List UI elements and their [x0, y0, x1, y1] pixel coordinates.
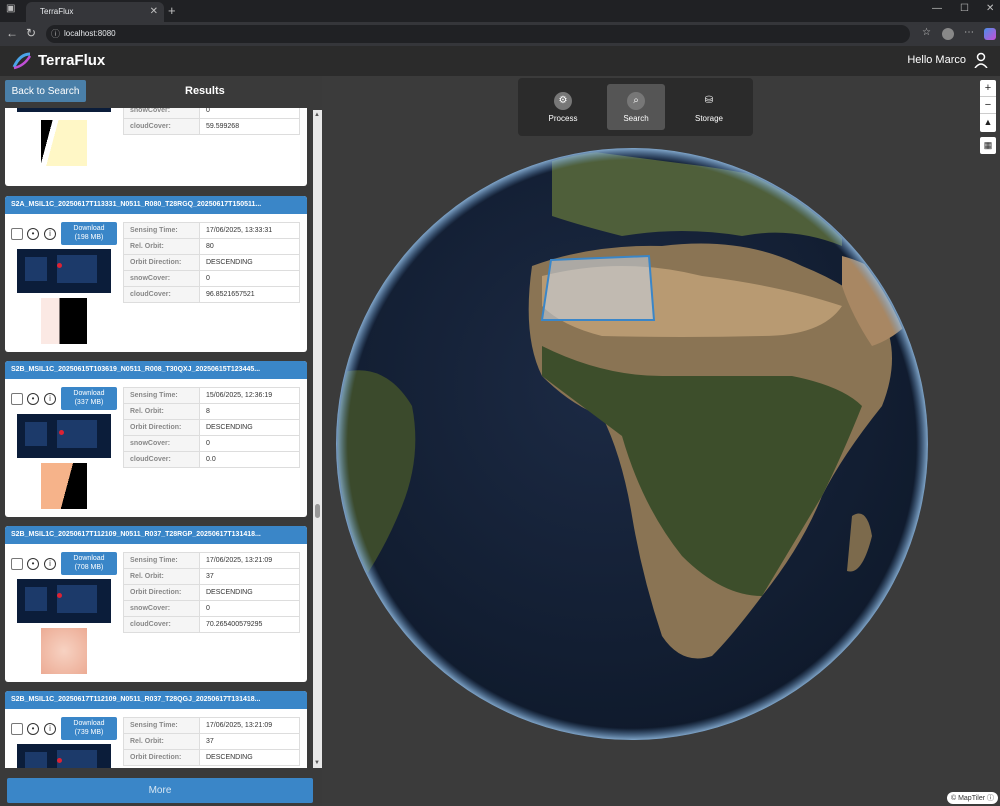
- product-name[interactable]: S2A_MSIL1C_20250617T113331_N0511_R080_T2…: [5, 196, 307, 214]
- scene-preview-thumbnail: [41, 298, 87, 344]
- metadata-table: Sensing Time: 17/06/2025, 13:21:09 Rel. O…: [123, 717, 300, 766]
- locate-icon[interactable]: •: [27, 558, 39, 570]
- metadata-table: Sensing Time: 17/06/2025, 13:21:09 Rel. O…: [123, 552, 300, 633]
- compass-icon[interactable]: ▲: [980, 114, 996, 131]
- product-name[interactable]: S2B_MSIL1C_20250617T112109_N0511_R037_T2…: [5, 526, 307, 544]
- tab-title: TerraFlux: [40, 7, 74, 16]
- copilot-icon[interactable]: [984, 28, 996, 40]
- url-text: localhost:8080: [64, 29, 116, 38]
- gear-icon: ⚙: [554, 92, 572, 110]
- coverage-map-thumbnail: [17, 249, 111, 293]
- new-tab-icon[interactable]: +: [168, 2, 176, 20]
- search-icon: ⌕: [627, 92, 645, 110]
- metadata-table: snowCover: 0 cloudCover: 59.599268: [123, 108, 300, 135]
- minimize-icon[interactable]: —: [932, 3, 942, 14]
- coverage-map-thumbnail: [17, 414, 111, 458]
- select-checkbox[interactable]: [11, 393, 23, 405]
- select-checkbox[interactable]: [11, 228, 23, 240]
- browser-tab[interactable]: TerraFlux ✕: [26, 2, 164, 22]
- metadata-table: Sensing Time: 15/06/2025, 12:36:19 Rel. O…: [123, 387, 300, 468]
- result-card: S2B_MSIL1C_20250615T103619_N0511_R008_T3…: [5, 361, 307, 517]
- download-button[interactable]: Download (708 MB): [61, 552, 117, 575]
- app-header: TerraFlux Hello Marco: [0, 46, 1000, 76]
- info-icon[interactable]: i: [44, 723, 56, 735]
- user-greeting: Hello Marco: [907, 54, 966, 66]
- map-layers-button[interactable]: ▦: [980, 137, 996, 154]
- download-button[interactable]: Download (337 MB): [61, 387, 117, 410]
- locate-icon[interactable]: •: [27, 723, 39, 735]
- locate-icon[interactable]: •: [27, 228, 39, 240]
- info-icon[interactable]: i: [44, 228, 56, 240]
- result-card-partial: snowCover: 0 cloudCover: 59.599268: [5, 108, 307, 186]
- search-button[interactable]: ⌕ Search: [607, 84, 665, 130]
- site-info-icon[interactable]: ⓘ: [51, 25, 60, 43]
- address-bar-row: ← ↻ ⓘ localhost:8080 ☆ ⋯: [0, 22, 1000, 46]
- map-attribution[interactable]: © MapTiler ⓘ: [946, 792, 998, 804]
- selected-footprint[interactable]: [540, 254, 656, 321]
- product-name[interactable]: S2B_MSIL1C_20250615T103619_N0511_R008_T3…: [5, 361, 307, 379]
- scene-preview-thumbnail: [41, 120, 87, 166]
- user-icon[interactable]: [974, 52, 988, 68]
- results-list[interactable]: snowCover: 0 cloudCover: 59.599268 S2A_MSI…: [0, 108, 322, 768]
- menu-dots-icon[interactable]: ⋯: [964, 27, 974, 38]
- info-icon[interactable]: i: [44, 558, 56, 570]
- results-title: Results: [185, 85, 225, 97]
- bookmark-star-icon[interactable]: ☆: [922, 27, 931, 38]
- coverage-map-thumbnail: [17, 108, 111, 112]
- zoom-in-button[interactable]: +: [980, 80, 996, 97]
- profile-avatar-icon[interactable]: [942, 28, 954, 40]
- zoom-out-button[interactable]: −: [980, 97, 996, 114]
- coverage-map-thumbnail: [17, 744, 111, 768]
- app-title: TerraFlux: [38, 52, 106, 69]
- results-panel: Back to Search Results snowCover: 0 cloud…: [0, 76, 322, 806]
- database-icon: ⛁: [704, 95, 714, 106]
- url-field[interactable]: ⓘ localhost:8080: [46, 25, 910, 43]
- browser-tab-bar: ▣ TerraFlux ✕ + — ☐ ✕: [0, 0, 1000, 22]
- select-checkbox[interactable]: [11, 558, 23, 570]
- map-toolbar: ⚙ Process ⌕ Search ⛁ Storage: [518, 78, 753, 136]
- scrollbar-thumb[interactable]: [315, 504, 320, 518]
- more-button[interactable]: More: [7, 778, 313, 803]
- maximize-icon[interactable]: ☐: [960, 3, 969, 14]
- result-card: S2B_MSIL1C_20250617T112109_N0511_R037_T2…: [5, 691, 307, 768]
- terraflux-logo-icon: [12, 52, 32, 70]
- info-icon[interactable]: ⓘ: [987, 795, 994, 802]
- download-button[interactable]: Download (739 MB): [61, 717, 117, 740]
- back-arrow-icon[interactable]: ←: [6, 26, 18, 40]
- select-checkbox[interactable]: [11, 723, 23, 735]
- zoom-controls: + − ▲: [980, 80, 996, 132]
- product-name[interactable]: S2B_MSIL1C_20250617T112109_N0511_R037_T2…: [5, 691, 307, 709]
- metadata-table: Sensing Time: 17/06/2025, 13:33:31 Rel. O…: [123, 222, 300, 303]
- locate-icon[interactable]: •: [27, 393, 39, 405]
- tab-actions-icon[interactable]: ▣: [6, 3, 15, 14]
- result-card: S2B_MSIL1C_20250617T112109_N0511_R037_T2…: [5, 526, 307, 682]
- close-window-icon[interactable]: ✕: [986, 3, 994, 14]
- scene-preview-thumbnail: [41, 628, 87, 674]
- reload-icon[interactable]: ↻: [26, 26, 36, 40]
- download-button[interactable]: Download (198 MB): [61, 222, 117, 245]
- process-button[interactable]: ⚙ Process: [534, 84, 592, 130]
- back-to-search-button[interactable]: Back to Search: [5, 80, 86, 102]
- map-view[interactable]: ⚙ Process ⌕ Search ⛁ Storage + − ▲ ▦ © M…: [322, 76, 1000, 806]
- scene-preview-thumbnail: [41, 463, 87, 509]
- info-icon[interactable]: i: [44, 393, 56, 405]
- result-card: S2A_MSIL1C_20250617T113331_N0511_R080_T2…: [5, 196, 307, 352]
- storage-button[interactable]: ⛁ Storage: [680, 84, 738, 130]
- coverage-map-thumbnail: [17, 579, 111, 623]
- results-scrollbar[interactable]: ▲ ▼: [313, 110, 322, 768]
- close-tab-icon[interactable]: ✕: [150, 2, 158, 22]
- globe[interactable]: [322, 76, 1000, 806]
